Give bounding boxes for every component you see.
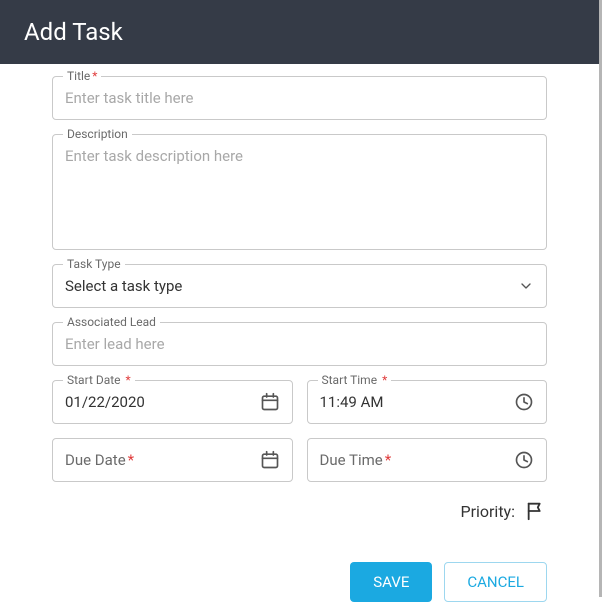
modal-title: Add Task: [24, 18, 123, 46]
start-date-label: Start Date *: [63, 373, 135, 387]
required-asterisk: *: [92, 69, 97, 83]
due-date-field[interactable]: Due Date*: [52, 438, 293, 482]
start-time-label: Start Time *: [318, 373, 392, 387]
start-row: Start Date * Start Time *: [52, 380, 547, 424]
calendar-icon: [260, 392, 280, 412]
required-asterisk: *: [128, 451, 134, 469]
start-date-field[interactable]: Start Date *: [52, 380, 293, 424]
modal-header: Add Task: [0, 0, 599, 64]
chevron-down-icon: [518, 278, 534, 294]
start-date-input[interactable]: [53, 381, 292, 423]
cancel-button[interactable]: CANCEL: [444, 562, 547, 602]
lead-input[interactable]: [53, 323, 546, 365]
due-date-label: Due Date*: [53, 439, 146, 481]
task-type-label: Task Type: [63, 257, 125, 271]
description-field: Description: [52, 134, 547, 250]
priority-label: Priority:: [460, 502, 515, 521]
lead-label: Associated Lead: [63, 315, 160, 329]
required-asterisk: *: [126, 373, 131, 387]
title-field: Title*: [52, 76, 547, 120]
title-label: Title*: [63, 69, 101, 83]
start-time-input[interactable]: [308, 381, 547, 423]
task-type-value: Select a task type: [53, 265, 546, 307]
clock-icon: [514, 450, 534, 470]
title-input[interactable]: [53, 77, 546, 119]
priority-row: Priority:: [52, 500, 547, 522]
required-asterisk: *: [385, 451, 391, 469]
description-input[interactable]: [53, 135, 546, 245]
due-time-field[interactable]: Due Time*: [307, 438, 548, 482]
lead-field: Associated Lead: [52, 322, 547, 366]
due-time-label: Due Time*: [308, 439, 404, 481]
actions-row: SAVE CANCEL: [52, 562, 547, 602]
form-area: Title* Description Task Type Select a ta…: [0, 64, 599, 602]
flag-icon[interactable]: [525, 500, 547, 522]
start-time-field[interactable]: Start Time *: [307, 380, 548, 424]
save-button[interactable]: SAVE: [350, 562, 432, 602]
add-task-modal: Add Task Title* Description Task Type Se…: [0, 0, 602, 597]
description-label: Description: [63, 127, 132, 141]
task-type-field[interactable]: Task Type Select a task type: [52, 264, 547, 308]
required-asterisk: *: [382, 373, 387, 387]
calendar-icon: [260, 450, 280, 470]
due-row: Due Date* Due Time*: [52, 438, 547, 482]
clock-icon: [514, 392, 534, 412]
